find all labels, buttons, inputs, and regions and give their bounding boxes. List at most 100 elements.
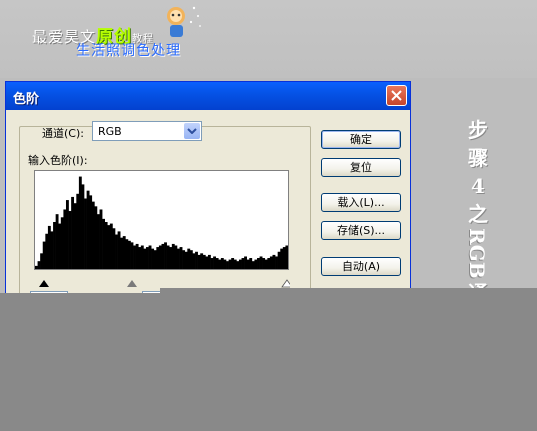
histogram-bar: [218, 259, 222, 269]
histogram-bar: [50, 231, 54, 269]
histogram-bar: [107, 225, 111, 269]
channel-label: 通道(C):: [42, 127, 84, 140]
histogram-bar: [161, 243, 165, 269]
histogram-bar: [210, 258, 214, 269]
histogram-bar: [78, 176, 82, 269]
histogram-bar: [262, 258, 266, 269]
histogram-bar: [254, 259, 258, 269]
histogram-bar: [81, 184, 85, 269]
histogram-bar: [125, 239, 129, 269]
close-icon: [391, 90, 402, 101]
histogram-bar: [207, 254, 211, 269]
histogram-bar: [109, 223, 113, 269]
histogram-bar: [117, 231, 121, 269]
histogram-bar: [127, 240, 131, 269]
histogram-bar: [200, 253, 204, 269]
histogram-bar: [282, 247, 286, 269]
histogram-bar: [205, 256, 209, 269]
white-point-handle[interactable]: [281, 279, 293, 288]
histogram-bar: [68, 211, 72, 269]
histogram-bar: [184, 251, 188, 269]
histogram-bar: [156, 247, 160, 269]
histogram-bar: [215, 258, 219, 269]
histogram-bar: [102, 218, 105, 269]
histogram-bar: [187, 248, 191, 269]
save-button[interactable]: 存储(S)...: [321, 221, 401, 240]
banner: 最爱昊文原创教程 生活照调色处理: [0, 0, 537, 78]
histogram-bar: [42, 241, 46, 269]
histogram-bar: [241, 258, 245, 269]
banner-subtitle: 生活照调色处理: [76, 43, 181, 59]
histogram-bar: [104, 222, 108, 269]
histogram-bar: [251, 261, 255, 269]
histogram-bar: [120, 237, 124, 269]
histogram-bar: [236, 261, 240, 269]
histogram-bar: [55, 214, 59, 269]
histogram-bar: [280, 248, 284, 269]
histogram-bar: [246, 259, 250, 269]
close-button[interactable]: [386, 85, 407, 106]
histogram-bar: [148, 245, 152, 269]
input-levels-label: 输入色阶(I):: [28, 154, 88, 167]
histogram-bar: [259, 256, 263, 269]
cartoon-mascot-icon: [167, 6, 201, 37]
histogram-bar: [45, 233, 49, 269]
histogram-bar: [140, 245, 144, 269]
histogram-bar: [269, 256, 273, 269]
histogram-bar: [63, 209, 67, 269]
histogram-bar: [96, 214, 100, 269]
histogram-bar: [115, 234, 118, 269]
auto-button[interactable]: 自动(A): [321, 257, 401, 276]
midtone-handle[interactable]: [127, 280, 137, 287]
channel-select[interactable]: RGB: [92, 121, 202, 141]
histogram-bar: [37, 261, 41, 269]
black-point-handle[interactable]: [39, 280, 49, 287]
histogram-bar: [226, 261, 229, 269]
reset-button[interactable]: 复位: [321, 158, 401, 177]
load-button[interactable]: 载入(L)...: [321, 193, 401, 212]
side-title: 步 骤 4 之 RGB 通: [463, 116, 493, 307]
histogram-bar: [164, 242, 167, 269]
histogram-bar: [58, 223, 62, 269]
histogram-bar: [60, 217, 64, 269]
histogram-bar: [202, 254, 206, 269]
histogram-bar: [138, 247, 142, 269]
dialog-titlebar[interactable]: 色阶: [6, 82, 410, 110]
histogram-bar: [91, 201, 95, 269]
histogram-plot: [35, 176, 289, 269]
histogram-bar: [223, 259, 227, 269]
chevron-down-icon[interactable]: [184, 123, 200, 139]
histogram-bar: [135, 243, 139, 269]
levels-dialog: 色阶 通道(C): RGB 输入色阶(I): 12 确定 复位 载入(L)...…: [5, 81, 411, 328]
histogram-bar: [189, 250, 193, 269]
histogram-bar: [151, 248, 155, 269]
histogram-bar: [192, 253, 196, 269]
histogram-bar: [249, 258, 253, 269]
histogram-bar: [179, 247, 183, 269]
histogram-bar: [99, 209, 103, 269]
input-slider[interactable]: [36, 274, 293, 288]
histogram-bar: [272, 254, 276, 269]
side-title-char: 之: [468, 202, 488, 226]
channel-select-value: RGB: [98, 125, 122, 138]
histogram-bar: [73, 203, 77, 269]
histogram-bar: [53, 222, 56, 269]
histogram-bar: [84, 198, 87, 269]
gray-overlay: [0, 293, 537, 431]
histogram-bar: [153, 250, 157, 269]
dialog-title: 色阶: [13, 92, 40, 107]
histogram-bar: [94, 206, 98, 269]
histogram-bar: [171, 243, 175, 269]
histogram-bar: [231, 258, 235, 269]
histogram-bar: [130, 242, 134, 269]
histogram-bar: [267, 258, 271, 269]
histogram-bar: [122, 236, 126, 269]
histogram-bar: [47, 225, 51, 269]
histogram-bar: [182, 250, 186, 269]
ok-button[interactable]: 确定: [321, 130, 401, 149]
histogram-bar: [195, 251, 198, 269]
side-title-char: RGB: [465, 228, 489, 279]
histogram-bar: [220, 258, 224, 269]
histogram-bar: [86, 190, 90, 269]
histogram-bar: [174, 245, 178, 269]
